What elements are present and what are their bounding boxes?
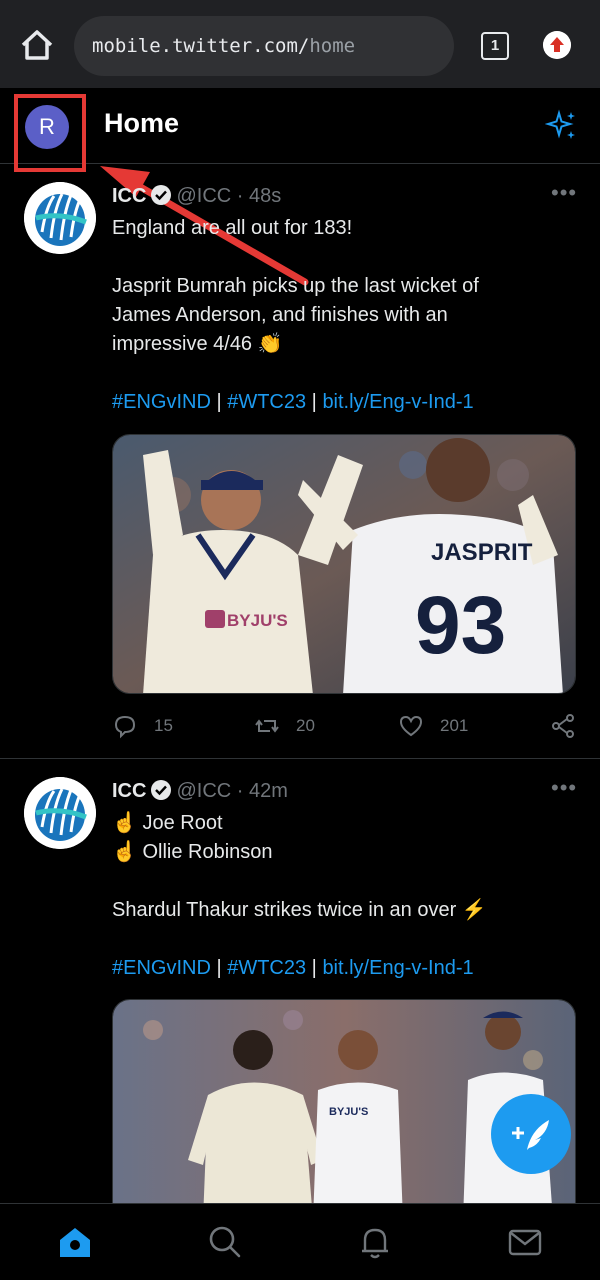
retweet-count: 20 [296,716,315,735]
tweet-header: ICC @ICC · 48s [112,184,281,208]
tweet-actions: 15 20 201 [112,711,576,741]
like-count: 201 [440,716,469,735]
hashtag-line: #ENGvIND | #WTC23 | bit.ly/Eng-v-Ind-1 [112,954,552,983]
tweet-card[interactable]: ICC @ICC · 48s ••• England are all out fo… [0,164,600,759]
tweet-text-line: England are all out for 183! [112,217,353,239]
tweet-text-line: impressive 4/46 👏 [112,333,283,355]
hashtag-separator: | [210,957,228,979]
url-path: home [309,35,356,57]
tweet-text-line [112,867,552,896]
reply-icon [114,715,136,739]
page-title: Home [104,108,180,138]
url-host: mobile.twitter.com/ [92,35,310,57]
author-name[interactable]: ICC [112,185,146,207]
icc-avatar[interactable] [24,777,96,849]
annotation-highlight-box [14,94,86,172]
hashtag-link[interactable]: #WTC23 [227,957,306,979]
tweet-photo[interactable]: BYJU'S JASPRIT 93 [112,434,576,694]
hashtag-line: #ENGvIND | #WTC23 | bit.ly/Eng-v-Ind-1 [112,388,552,417]
icc-logo-icon [24,777,96,849]
share-button[interactable] [550,711,592,741]
more-options-icon[interactable]: ••• [551,180,577,206]
messages-envelope-icon[interactable] [507,1224,543,1260]
meta-separator: · [236,780,244,802]
tweet-header: ICC @ICC · 42m [112,779,288,803]
tweet-text-line: James Anderson, and finishes with an [112,304,448,326]
tweet-text-line: Shardul Thakur strikes twice in an over … [112,899,487,921]
reply-count: 15 [154,716,173,735]
browser-toolbar: mobile.twitter.com/home 1 [0,0,600,88]
hashtag-separator: | [306,391,323,413]
search-icon[interactable] [207,1224,243,1260]
home-icon[interactable] [57,1224,93,1260]
tweet-text-line: Jasprit Bumrah picks up the last wicket … [112,275,479,297]
address-bar[interactable]: mobile.twitter.com/home [74,16,454,76]
notifications-bell-icon[interactable] [357,1224,393,1260]
home-header: R Home [0,88,600,164]
reply-button[interactable]: 15 [112,711,173,741]
author-handle: @ICC [176,780,232,802]
hashtag-link[interactable]: #WTC23 [227,391,306,413]
tweet-text-line: ☝️ Joe Root [112,812,223,834]
tab-switcher-button[interactable]: 1 [481,32,509,60]
jersey-name-text: JASPRIT [431,539,533,566]
share-icon [552,714,574,738]
url-link[interactable]: bit.ly/Eng-v-Ind-1 [322,391,473,413]
more-options-icon[interactable]: ••• [551,775,577,801]
tweet-timestamp[interactable]: 42m [249,780,288,802]
heart-icon [399,715,423,737]
author-handle: @ICC [176,185,232,207]
browser-home-icon[interactable] [18,26,56,64]
cricket-celebration-image: BYJU'S JASPRIT 93 [113,435,575,693]
retweet-button[interactable]: 20 [254,711,315,741]
url-link[interactable]: bit.ly/Eng-v-Ind-1 [322,957,473,979]
browser-update-icon[interactable] [543,31,571,59]
tweet-body: ☝️ Joe Root ☝️ Ollie Robinson Shardul Th… [112,809,552,983]
verified-badge-icon [151,185,172,205]
sponsor-logo-text: BYJU'S [329,1106,368,1118]
icc-logo-icon [24,182,96,254]
tweet-timestamp[interactable]: 48s [249,185,281,207]
icc-avatar[interactable] [24,182,96,254]
retweet-icon [255,719,279,733]
sponsor-logo-text: BYJU'S [227,611,288,630]
bottom-navigation [0,1203,600,1280]
feather-plus-icon [512,1120,549,1150]
tweet-text-line: ☝️ Ollie Robinson [112,841,273,863]
hashtag-separator: | [306,957,323,979]
verified-badge-icon [151,780,172,800]
tweet-text-line [112,243,552,272]
compose-tweet-button[interactable] [491,1094,571,1174]
sparkle-icon[interactable] [545,109,579,143]
tweet-body: England are all out for 183! Jasprit Bum… [112,214,552,417]
jersey-number-text: 93 [415,580,506,671]
author-name[interactable]: ICC [112,780,146,802]
like-button[interactable]: 201 [398,711,468,741]
hashtag-link[interactable]: #ENGvIND [112,957,211,979]
hashtag-link[interactable]: #ENGvIND [112,391,211,413]
hashtag-separator: | [210,391,228,413]
meta-separator: · [236,185,244,207]
